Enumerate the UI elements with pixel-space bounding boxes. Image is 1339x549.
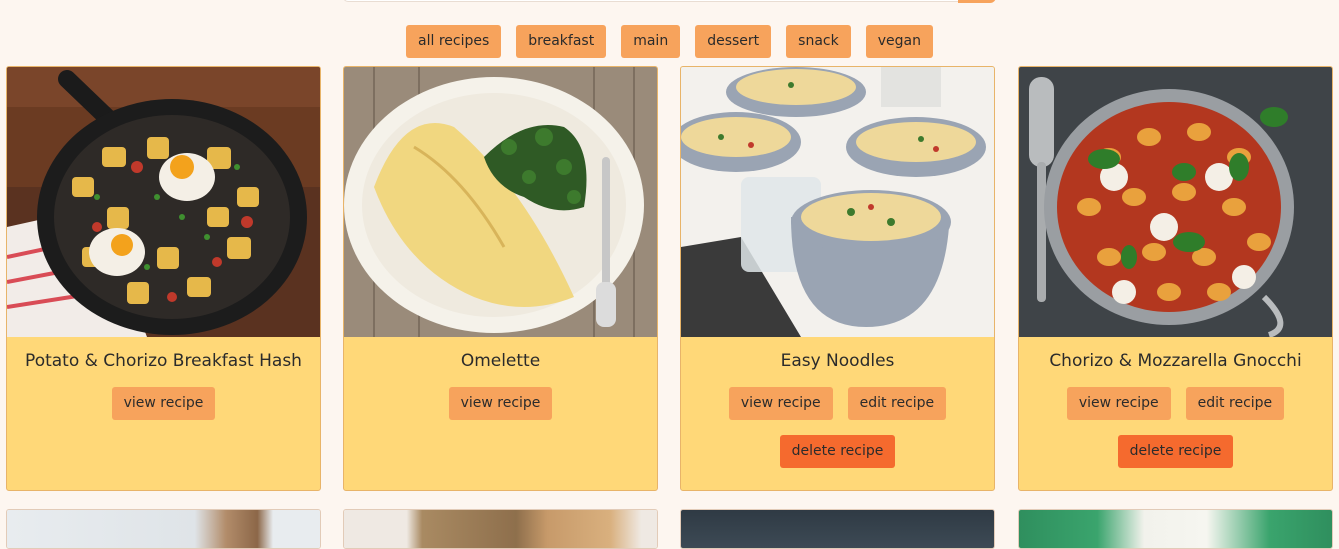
view-recipe-button[interactable]: view recipe <box>728 387 833 420</box>
view-recipe-button[interactable]: view recipe <box>1066 387 1171 420</box>
recipe-image[interactable] <box>681 510 994 548</box>
recipe-image[interactable] <box>7 510 320 548</box>
recipe-image[interactable] <box>344 67 657 337</box>
recipe-card: Omelette view recipe <box>343 66 658 491</box>
recipe-card: Potato & Chorizo Breakfast Hash view rec… <box>6 66 321 491</box>
recipe-image[interactable] <box>1019 510 1332 548</box>
recipe-title: Potato & Chorizo Breakfast Hash <box>25 351 302 371</box>
recipe-card: Chorizo & Mozzarella Gnocchi view recipe… <box>1018 66 1333 491</box>
filter-main[interactable]: main <box>621 25 681 58</box>
recipe-title: Omelette <box>460 351 541 371</box>
recipe-card <box>680 509 995 549</box>
recipe-title: Chorizo & Mozzarella Gnocchi <box>1049 351 1302 371</box>
filter-dessert[interactable]: dessert <box>695 25 772 58</box>
filter-snack[interactable]: snack <box>786 25 851 58</box>
filter-breakfast[interactable]: breakfast <box>516 25 607 58</box>
recipe-card <box>6 509 321 549</box>
recipe-actions: view recipe edit recipe <box>1019 387 1332 420</box>
view-recipe-button[interactable]: view recipe <box>448 387 553 420</box>
edit-recipe-button[interactable]: edit recipe <box>1185 387 1285 420</box>
recipe-image[interactable] <box>7 67 320 337</box>
recipe-card <box>343 509 658 549</box>
filter-vegan[interactable]: vegan <box>865 25 933 58</box>
recipe-card <box>1018 509 1333 549</box>
filter-all-recipes[interactable]: all recipes <box>406 25 502 58</box>
view-recipe-button[interactable]: view recipe <box>111 387 216 420</box>
recipe-image[interactable] <box>681 67 994 337</box>
search-input[interactable] <box>343 0 996 3</box>
recipe-image[interactable] <box>344 510 657 548</box>
category-filter-bar: all recipes breakfast main dessert snack… <box>0 25 1339 58</box>
delete-recipe-button[interactable]: delete recipe <box>1117 435 1234 468</box>
recipe-actions: view recipe <box>7 387 320 420</box>
search-button[interactable] <box>958 0 996 3</box>
recipe-actions: view recipe <box>344 387 657 420</box>
recipe-card: Easy Noodles view recipe edit recipe del… <box>680 66 995 491</box>
delete-recipe-button[interactable]: delete recipe <box>779 435 896 468</box>
edit-recipe-button[interactable]: edit recipe <box>847 387 947 420</box>
recipe-image[interactable] <box>1019 67 1332 337</box>
recipe-delete-row: delete recipe <box>681 435 994 468</box>
recipe-delete-row: delete recipe <box>1019 435 1332 468</box>
recipe-title: Easy Noodles <box>780 351 895 371</box>
recipe-actions: view recipe edit recipe <box>681 387 994 420</box>
